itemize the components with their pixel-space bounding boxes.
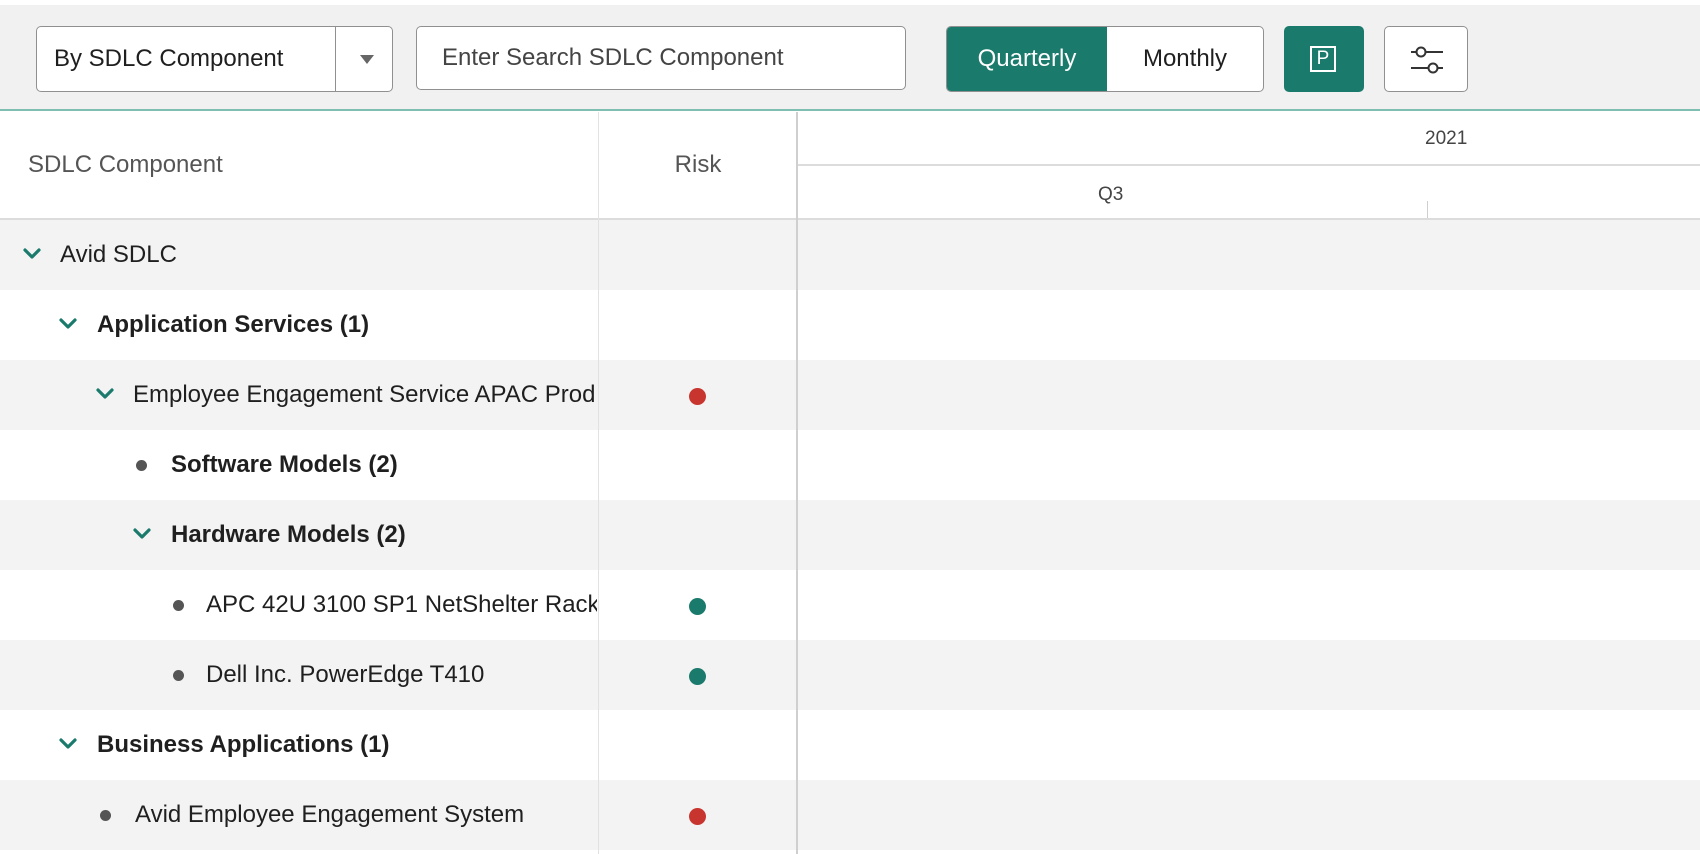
- roadmap-grid: SDLC Component Risk 2021 Q3 Avid SDLC App…: [0, 112, 1700, 854]
- group-by-value: By SDLC Component: [54, 45, 284, 72]
- column-header-risk[interactable]: Risk: [599, 112, 797, 218]
- tree-row[interactable]: Employee Engagement Service APAC Prod: [0, 360, 1700, 430]
- tree-row[interactable]: Avid Employee Engagement System: [0, 780, 1700, 850]
- view-toggle: Quarterly Monthly: [946, 26, 1264, 92]
- column-header-sdlc-component[interactable]: SDLC Component: [28, 112, 223, 218]
- risk-indicator-dot: [689, 388, 706, 405]
- bullet-icon: [136, 460, 147, 471]
- chevron-down-icon[interactable]: [58, 734, 78, 754]
- tree-row-label[interactable]: Employee Engagement Service APAC Prod: [133, 360, 595, 430]
- filter-settings-button[interactable]: [1384, 26, 1468, 92]
- column-divider: [598, 112, 599, 854]
- tree-row-label[interactable]: Business Applications (1): [97, 710, 390, 780]
- tree-row[interactable]: Hardware Models (2): [0, 500, 1700, 570]
- timeline-year: 2021: [1425, 128, 1468, 149]
- toolbar: By SDLC Component Quarterly Monthly P: [0, 5, 1700, 111]
- sliders-icon: [1411, 46, 1443, 74]
- grid-rows: Avid SDLC Application Services (1) Employe…: [0, 220, 1700, 850]
- quarterly-view-button[interactable]: Quarterly: [947, 27, 1107, 91]
- bullet-icon: [173, 670, 184, 681]
- timeline-quarter: Q3: [1098, 184, 1124, 205]
- caret-down-icon[interactable]: [360, 55, 374, 64]
- risk-indicator-dot: [689, 668, 706, 685]
- chevron-down-icon[interactable]: [58, 314, 78, 334]
- timeline-year-row: 2021: [798, 112, 1700, 166]
- chevron-down-icon[interactable]: [95, 384, 115, 404]
- chevron-down-icon[interactable]: [132, 524, 152, 544]
- grid-header: SDLC Component Risk: [0, 112, 797, 220]
- tree-row[interactable]: Avid SDLC: [0, 220, 1700, 290]
- dropdown-divider: [335, 27, 336, 91]
- chevron-down-icon[interactable]: [22, 244, 42, 264]
- tree-row-label[interactable]: Software Models (2): [171, 430, 398, 500]
- group-by-dropdown[interactable]: By SDLC Component: [36, 26, 393, 92]
- tree-row-label[interactable]: Avid SDLC: [60, 220, 177, 290]
- tree-row-label[interactable]: Hardware Models (2): [171, 500, 406, 570]
- planning-button[interactable]: P: [1284, 26, 1364, 92]
- tree-row[interactable]: Business Applications (1): [0, 710, 1700, 780]
- risk-indicator-dot: [689, 598, 706, 615]
- tree-row-label[interactable]: Avid Employee Engagement System: [135, 780, 524, 850]
- pane-splitter[interactable]: [796, 112, 798, 854]
- timeline-tick: [1427, 201, 1428, 218]
- tree-row[interactable]: Application Services (1): [0, 290, 1700, 360]
- monthly-view-button[interactable]: Monthly: [1107, 27, 1263, 91]
- search-input[interactable]: [416, 26, 906, 90]
- risk-indicator-dot: [689, 808, 706, 825]
- tree-row[interactable]: Software Models (2): [0, 430, 1700, 500]
- p-square-icon: P: [1310, 46, 1336, 72]
- tree-row-label[interactable]: APC 42U 3100 SP1 NetShelter Rack: [206, 570, 597, 640]
- tree-row-label[interactable]: Dell Inc. PowerEdge T410: [206, 640, 484, 710]
- timeline-header: 2021 Q3: [798, 112, 1700, 220]
- bullet-icon: [100, 810, 111, 821]
- bullet-icon: [173, 600, 184, 611]
- tree-row[interactable]: APC 42U 3100 SP1 NetShelter Rack: [0, 570, 1700, 640]
- tree-row[interactable]: Dell Inc. PowerEdge T410: [0, 640, 1700, 710]
- tree-row-label[interactable]: Application Services (1): [97, 290, 369, 360]
